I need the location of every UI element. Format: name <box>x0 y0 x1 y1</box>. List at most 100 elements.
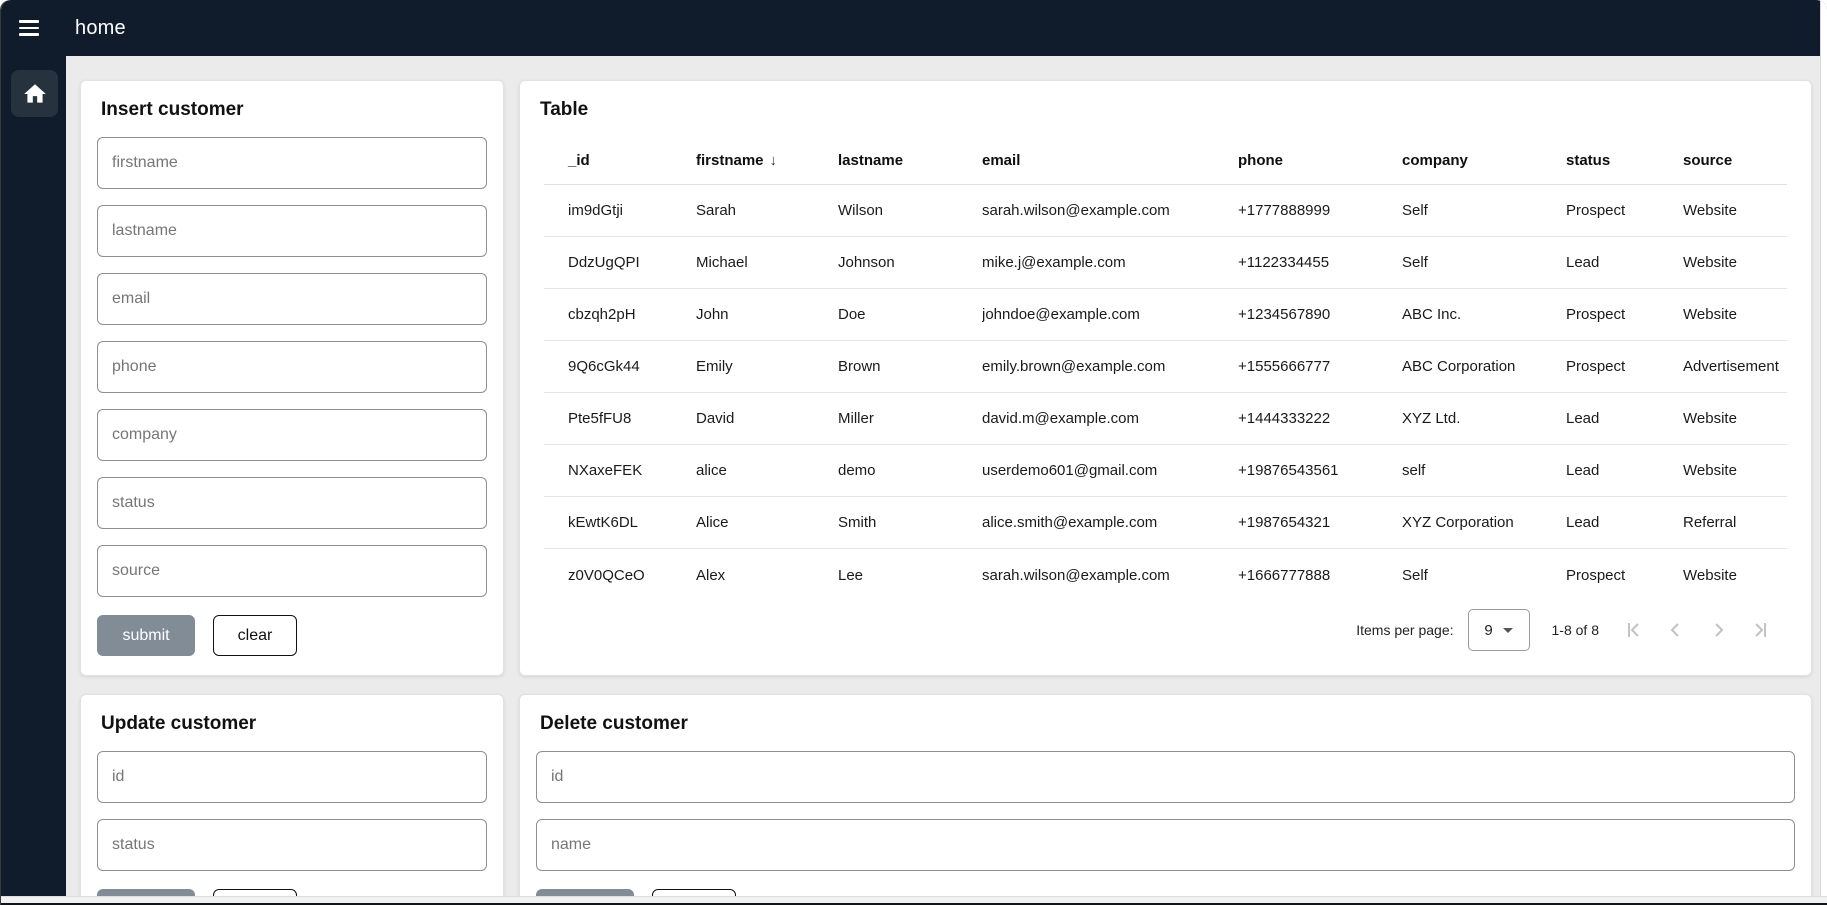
items-per-page-select[interactable]: 9 <box>1468 609 1530 651</box>
previous-page-button[interactable] <box>1655 609 1697 651</box>
customers-table: _id firstname ↓ lastname email phone com… <box>536 137 1795 659</box>
chevron-left-icon <box>1664 618 1688 642</box>
insert-email-input[interactable] <box>97 273 487 325</box>
insert-company-input[interactable] <box>97 409 487 461</box>
insert-lastname-input[interactable] <box>97 205 487 257</box>
sidebar <box>1 56 66 905</box>
cell-id: kEwtK6DL <box>568 514 696 531</box>
last-page-button[interactable] <box>1739 609 1781 651</box>
cell-id: 9Q6cGk44 <box>568 358 696 375</box>
cell-lastname: demo <box>838 462 982 479</box>
insert-clear-button[interactable]: clear <box>213 615 297 656</box>
cell-email: sarah.wilson@example.com <box>982 567 1238 584</box>
paginator: Items per page: 9 1-8 of 8 <box>544 601 1787 659</box>
cell-id: Pte5fFU8 <box>568 410 696 427</box>
delete-customer-card: Delete customer submit clear <box>519 694 1812 905</box>
sidebar-item-home[interactable] <box>11 70 58 117</box>
cell-firstname: Alice <box>696 514 838 531</box>
cell-email: userdemo601@gmail.com <box>982 462 1238 479</box>
column-header-status[interactable]: status <box>1566 152 1683 169</box>
table-title: Table <box>540 99 1795 121</box>
insert-source-input[interactable] <box>97 545 487 597</box>
table-row: kEwtK6DLAliceSmithalice.smith@example.co… <box>544 497 1787 549</box>
column-header-lastname[interactable]: lastname <box>838 152 982 169</box>
cell-lastname: Smith <box>838 514 982 531</box>
cell-firstname: Emily <box>696 358 838 375</box>
first-page-button[interactable] <box>1613 609 1655 651</box>
cell-id: DdzUgQPI <box>568 254 696 271</box>
cell-source: Website <box>1683 202 1787 219</box>
cell-phone: +1444333222 <box>1238 410 1402 427</box>
top-bar: home <box>1 0 1827 56</box>
update-customer-title: Update customer <box>101 713 487 735</box>
table-row: z0V0QCeOAlexLeesarah.wilson@example.com+… <box>544 549 1787 601</box>
cell-status: Prospect <box>1566 306 1683 323</box>
column-header-id[interactable]: _id <box>568 152 696 169</box>
cell-phone: +1122334455 <box>1238 254 1402 271</box>
cell-phone: +1777888999 <box>1238 202 1402 219</box>
cell-id: NXaxeFEK <box>568 462 696 479</box>
cell-source: Website <box>1683 462 1787 479</box>
table-body: im9dGtjiSarahWilsonsarah.wilson@example.… <box>544 185 1787 601</box>
cell-source: Website <box>1683 254 1787 271</box>
cell-company: XYZ Corporation <box>1402 514 1566 531</box>
insert-button-row: submit clear <box>97 615 487 656</box>
cell-lastname: Miller <box>838 410 982 427</box>
cell-firstname: David <box>696 410 838 427</box>
cell-phone: +1555666777 <box>1238 358 1402 375</box>
hamburger-icon <box>19 20 39 36</box>
hamburger-menu-button[interactable] <box>1 0 57 56</box>
table-row: NXaxeFEKalicedemouserdemo601@gmail.com+1… <box>544 445 1787 497</box>
page-range-label: 1-8 of 8 <box>1552 622 1599 638</box>
update-status-input[interactable] <box>97 819 487 871</box>
horizontal-scrollbar[interactable] <box>1 896 1827 903</box>
column-header-phone[interactable]: phone <box>1238 152 1402 169</box>
cell-phone: +1234567890 <box>1238 306 1402 323</box>
cell-firstname: alice <box>696 462 838 479</box>
column-header-email[interactable]: email <box>982 152 1238 169</box>
insert-submit-button[interactable]: submit <box>97 615 195 656</box>
column-header-company[interactable]: company <box>1402 152 1566 169</box>
next-page-button[interactable] <box>1697 609 1739 651</box>
cell-firstname: Michael <box>696 254 838 271</box>
last-page-icon <box>1748 618 1772 642</box>
first-page-icon <box>1622 618 1646 642</box>
insert-phone-input[interactable] <box>97 341 487 393</box>
cell-lastname: Johnson <box>838 254 982 271</box>
cell-company: Self <box>1402 202 1566 219</box>
dropdown-arrow-icon <box>1503 628 1513 633</box>
cell-company: self <box>1402 462 1566 479</box>
cell-firstname: Alex <box>696 567 838 584</box>
cell-source: Referral <box>1683 514 1787 531</box>
update-id-input[interactable] <box>97 751 487 803</box>
vertical-scrollbar[interactable] <box>1820 0 1827 896</box>
table-row: Pte5fFU8DavidMillerdavid.m@example.com+1… <box>544 393 1787 445</box>
cell-status: Prospect <box>1566 358 1683 375</box>
delete-name-input[interactable] <box>536 819 1795 871</box>
app-window: home Insert customer submit clear <box>0 0 1827 905</box>
cell-lastname: Lee <box>838 567 982 584</box>
arrow-down-icon: ↓ <box>770 152 778 169</box>
cell-id: im9dGtji <box>568 202 696 219</box>
home-icon <box>22 81 48 107</box>
cell-email: emily.brown@example.com <box>982 358 1238 375</box>
cell-status: Lead <box>1566 254 1683 271</box>
insert-firstname-input[interactable] <box>97 137 487 189</box>
cell-email: david.m@example.com <box>982 410 1238 427</box>
delete-customer-title: Delete customer <box>540 713 1795 735</box>
cell-status: Lead <box>1566 462 1683 479</box>
cell-firstname: John <box>696 306 838 323</box>
cell-email: mike.j@example.com <box>982 254 1238 271</box>
delete-id-input[interactable] <box>536 751 1795 803</box>
column-header-source[interactable]: source <box>1683 152 1787 169</box>
cell-phone: +1987654321 <box>1238 514 1402 531</box>
insert-customer-card: Insert customer submit clear <box>80 80 504 676</box>
table-header-row: _id firstname ↓ lastname email phone com… <box>544 137 1787 185</box>
table-card: Table _id firstname ↓ lastname email pho… <box>519 80 1812 676</box>
insert-status-input[interactable] <box>97 477 487 529</box>
chevron-right-icon <box>1706 618 1730 642</box>
cell-source: Website <box>1683 306 1787 323</box>
cell-email: johndoe@example.com <box>982 306 1238 323</box>
cell-company: Self <box>1402 567 1566 584</box>
column-header-firstname[interactable]: firstname ↓ <box>696 152 838 169</box>
